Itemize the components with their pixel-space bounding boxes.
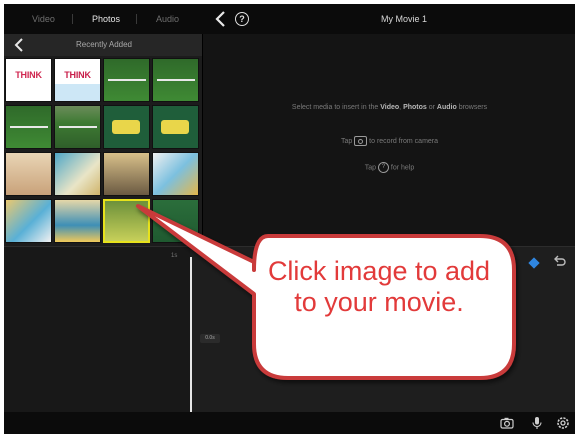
callout-text: Click image to add to your movie.	[267, 256, 491, 317]
callout-bubble	[136, 204, 516, 380]
